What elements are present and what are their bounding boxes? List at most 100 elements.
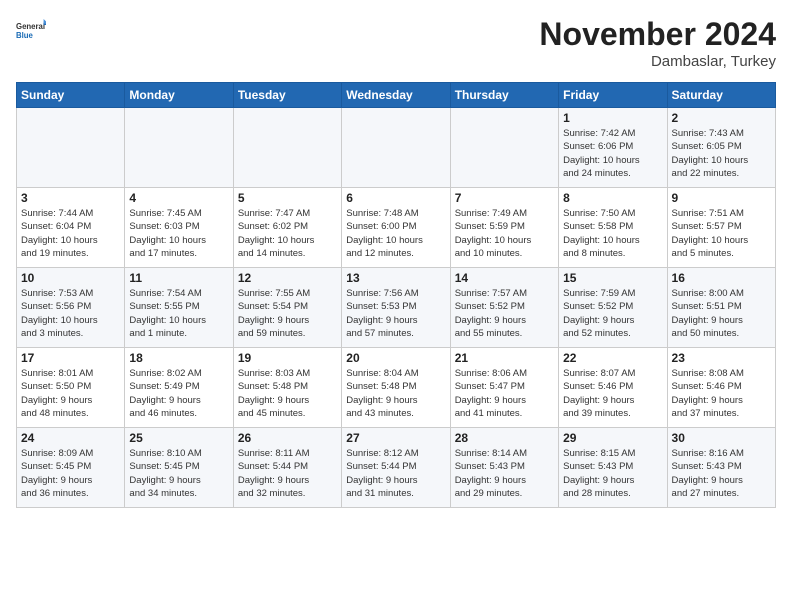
- day-number: 16: [672, 271, 771, 285]
- svg-text:General: General: [16, 22, 45, 31]
- location: Dambaslar, Turkey: [539, 53, 776, 70]
- header-row: SundayMondayTuesdayWednesdayThursdayFrid…: [17, 83, 776, 108]
- title-block: November 2024 Dambaslar, Turkey: [539, 16, 776, 70]
- day-cell: 19Sunrise: 8:03 AM Sunset: 5:48 PM Dayli…: [233, 348, 341, 428]
- logo: General Blue: [16, 16, 50, 46]
- day-number: 21: [455, 351, 554, 365]
- day-info: Sunrise: 8:08 AM Sunset: 5:46 PM Dayligh…: [672, 367, 771, 420]
- column-header-wednesday: Wednesday: [342, 83, 450, 108]
- day-cell: 12 Sunrise: 7:55 AM Sunset: 5:54 PM Dayli…: [233, 268, 341, 348]
- day-cell: 25 Sunrise: 8:10 AM Sunset: 5:45 PM Dayli…: [125, 428, 233, 508]
- month-title: November 2024: [539, 16, 776, 53]
- day-info: Sunrise: 8:16 AM Sunset: 5:43 PM Dayligh…: [672, 447, 771, 500]
- day-cell: [17, 108, 125, 188]
- day-number: 27: [346, 431, 445, 445]
- day-cell: 11 Sunrise: 7:54 AM Sunset: 5:55 PM Dayli…: [125, 268, 233, 348]
- day-number: 6: [346, 191, 445, 205]
- day-info: Sunrise: 8:15 AM Sunset: 5:43 PM Dayligh…: [563, 447, 662, 500]
- day-cell: 6 Sunrise: 7:48 AM Sunset: 6:00 PM Daylig…: [342, 188, 450, 268]
- day-number: 9: [672, 191, 771, 205]
- day-info: Sunrise: 8:11 AM Sunset: 5:44 PM Dayligh…: [238, 447, 337, 500]
- day-info: Sunrise: 8:01 AM Sunset: 5:50 PM Dayligh…: [21, 367, 120, 420]
- day-number: 13: [346, 271, 445, 285]
- day-cell: 21 Sunrise: 8:06 AM Sunset: 5:47 PM Dayli…: [450, 348, 558, 428]
- day-info: Sunrise: 8:14 AM Sunset: 5:43 PM Dayligh…: [455, 447, 554, 500]
- day-info: Sunrise: 7:50 AM Sunset: 5:58 PM Dayligh…: [563, 207, 662, 260]
- day-number: 10: [21, 271, 120, 285]
- day-info: Sunrise: 7:51 AM Sunset: 5:57 PM Dayligh…: [672, 207, 771, 260]
- day-info: Sunrise: 8:12 AM Sunset: 5:44 PM Dayligh…: [346, 447, 445, 500]
- day-info: Sunrise: 7:48 AM Sunset: 6:00 PM Dayligh…: [346, 207, 445, 260]
- column-header-friday: Friday: [559, 83, 667, 108]
- day-cell: 7 Sunrise: 7:49 AM Sunset: 5:59 PM Daylig…: [450, 188, 558, 268]
- day-number: 4: [129, 191, 228, 205]
- day-number: 28: [455, 431, 554, 445]
- day-info: Sunrise: 8:00 AM Sunset: 5:51 PM Dayligh…: [672, 287, 771, 340]
- day-cell: 27 Sunrise: 8:12 AM Sunset: 5:44 PM Dayli…: [342, 428, 450, 508]
- column-header-monday: Monday: [125, 83, 233, 108]
- day-info: Sunrise: 7:54 AM Sunset: 5:55 PM Dayligh…: [129, 287, 228, 340]
- day-number: 12: [238, 271, 337, 285]
- day-number: 29: [563, 431, 662, 445]
- day-cell: 20Sunrise: 8:04 AM Sunset: 5:48 PM Dayli…: [342, 348, 450, 428]
- day-cell: 23 Sunrise: 8:08 AM Sunset: 5:46 PM Dayli…: [667, 348, 775, 428]
- day-cell: 4 Sunrise: 7:45 AM Sunset: 6:03 PM Daylig…: [125, 188, 233, 268]
- day-cell: [233, 108, 341, 188]
- day-cell: 28 Sunrise: 8:14 AM Sunset: 5:43 PM Dayli…: [450, 428, 558, 508]
- week-row-3: 10Sunrise: 7:53 AM Sunset: 5:56 PM Dayli…: [17, 268, 776, 348]
- day-number: 23: [672, 351, 771, 365]
- day-cell: 29 Sunrise: 8:15 AM Sunset: 5:43 PM Dayli…: [559, 428, 667, 508]
- day-number: 7: [455, 191, 554, 205]
- day-number: 22: [563, 351, 662, 365]
- day-number: 17: [21, 351, 120, 365]
- day-cell: 10Sunrise: 7:53 AM Sunset: 5:56 PM Dayli…: [17, 268, 125, 348]
- day-number: 11: [129, 271, 228, 285]
- day-info: Sunrise: 7:44 AM Sunset: 6:04 PM Dayligh…: [21, 207, 120, 260]
- day-number: 26: [238, 431, 337, 445]
- day-info: Sunrise: 7:47 AM Sunset: 6:02 PM Dayligh…: [238, 207, 337, 260]
- day-cell: 8 Sunrise: 7:50 AM Sunset: 5:58 PM Daylig…: [559, 188, 667, 268]
- day-number: 8: [563, 191, 662, 205]
- day-info: Sunrise: 8:03 AM Sunset: 5:48 PM Dayligh…: [238, 367, 337, 420]
- day-number: 3: [21, 191, 120, 205]
- day-info: Sunrise: 8:06 AM Sunset: 5:47 PM Dayligh…: [455, 367, 554, 420]
- day-cell: [342, 108, 450, 188]
- day-cell: 26 Sunrise: 8:11 AM Sunset: 5:44 PM Dayli…: [233, 428, 341, 508]
- day-info: Sunrise: 8:09 AM Sunset: 5:45 PM Dayligh…: [21, 447, 120, 500]
- day-info: Sunrise: 7:59 AM Sunset: 5:52 PM Dayligh…: [563, 287, 662, 340]
- day-number: 1: [563, 111, 662, 125]
- day-info: Sunrise: 7:42 AM Sunset: 6:06 PM Dayligh…: [563, 127, 662, 180]
- day-info: Sunrise: 7:43 AM Sunset: 6:05 PM Dayligh…: [672, 127, 771, 180]
- day-info: Sunrise: 8:10 AM Sunset: 5:45 PM Dayligh…: [129, 447, 228, 500]
- day-number: 14: [455, 271, 554, 285]
- day-number: 20: [346, 351, 445, 365]
- day-info: Sunrise: 7:49 AM Sunset: 5:59 PM Dayligh…: [455, 207, 554, 260]
- day-cell: 2 Sunrise: 7:43 AM Sunset: 6:05 PM Daylig…: [667, 108, 775, 188]
- day-number: 25: [129, 431, 228, 445]
- day-cell: 17 Sunrise: 8:01 AM Sunset: 5:50 PM Dayli…: [17, 348, 125, 428]
- day-cell: 15Sunrise: 7:59 AM Sunset: 5:52 PM Dayli…: [559, 268, 667, 348]
- day-cell: 5Sunrise: 7:47 AM Sunset: 6:02 PM Daylig…: [233, 188, 341, 268]
- day-info: Sunrise: 7:45 AM Sunset: 6:03 PM Dayligh…: [129, 207, 228, 260]
- day-info: Sunrise: 8:02 AM Sunset: 5:49 PM Dayligh…: [129, 367, 228, 420]
- column-header-tuesday: Tuesday: [233, 83, 341, 108]
- day-number: 24: [21, 431, 120, 445]
- column-header-sunday: Sunday: [17, 83, 125, 108]
- day-info: Sunrise: 7:57 AM Sunset: 5:52 PM Dayligh…: [455, 287, 554, 340]
- day-info: Sunrise: 8:07 AM Sunset: 5:46 PM Dayligh…: [563, 367, 662, 420]
- day-info: Sunrise: 7:56 AM Sunset: 5:53 PM Dayligh…: [346, 287, 445, 340]
- day-cell: 13 Sunrise: 7:56 AM Sunset: 5:53 PM Dayli…: [342, 268, 450, 348]
- day-cell: 16 Sunrise: 8:00 AM Sunset: 5:51 PM Dayli…: [667, 268, 775, 348]
- day-cell: 18 Sunrise: 8:02 AM Sunset: 5:49 PM Dayli…: [125, 348, 233, 428]
- day-cell: 9 Sunrise: 7:51 AM Sunset: 5:57 PM Daylig…: [667, 188, 775, 268]
- day-number: 2: [672, 111, 771, 125]
- day-cell: 1 Sunrise: 7:42 AM Sunset: 6:06 PM Daylig…: [559, 108, 667, 188]
- day-cell: 3 Sunrise: 7:44 AM Sunset: 6:04 PM Daylig…: [17, 188, 125, 268]
- column-header-saturday: Saturday: [667, 83, 775, 108]
- day-cell: 30 Sunrise: 8:16 AM Sunset: 5:43 PM Dayli…: [667, 428, 775, 508]
- day-cell: 22 Sunrise: 8:07 AM Sunset: 5:46 PM Dayli…: [559, 348, 667, 428]
- day-number: 18: [129, 351, 228, 365]
- week-row-2: 3 Sunrise: 7:44 AM Sunset: 6:04 PM Daylig…: [17, 188, 776, 268]
- day-number: 30: [672, 431, 771, 445]
- day-info: Sunrise: 7:55 AM Sunset: 5:54 PM Dayligh…: [238, 287, 337, 340]
